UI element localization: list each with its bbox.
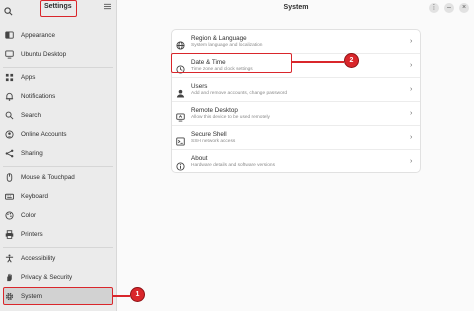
globe-icon	[176, 37, 185, 50]
color-palette-icon	[5, 210, 14, 220]
sidebar-item-label: Ubuntu Desktop	[21, 50, 67, 58]
bell-icon	[5, 92, 14, 101]
terminal-icon	[176, 133, 185, 146]
row-remote-desktop[interactable]: Remote Desktop Allow this device to be u…	[172, 102, 420, 126]
sidebar-item-color[interactable]: Color	[3, 207, 113, 223]
row-title: Secure Shell	[191, 130, 227, 138]
users-icon	[176, 85, 185, 98]
search-icon[interactable]	[4, 3, 14, 16]
sidebar-item-sharing[interactable]: Sharing	[3, 145, 113, 161]
highlight-date-time-row	[171, 53, 292, 73]
search-icon	[5, 111, 14, 120]
sidebar-item-privacy-security[interactable]: Privacy & Security	[3, 269, 113, 285]
sidebar-item-label: Notifications	[21, 92, 56, 100]
chevron-right-icon: ›	[410, 85, 413, 93]
row-about[interactable]: About Hardware details and software vers…	[172, 150, 420, 172]
sidebar-item-label: Mouse & Touchpad	[21, 173, 75, 181]
online-accounts-icon	[5, 129, 14, 139]
annotation-badge-1: 1	[130, 287, 145, 302]
keyboard-icon	[5, 192, 14, 201]
row-users[interactable]: Users Add and remove accounts, change pa…	[172, 78, 420, 102]
row-subtitle: SSH network access	[191, 138, 236, 144]
main-panel: System ⋮ – × Region & Language System la…	[118, 0, 474, 311]
sidebar-item-accessibility[interactable]: Accessibility	[3, 250, 113, 266]
share-icon	[5, 149, 14, 158]
row-subtitle: System language and localization	[191, 42, 263, 48]
sidebar-item-label: Search	[21, 111, 41, 119]
sidebar-item-ubuntu-desktop[interactable]: Ubuntu Desktop	[3, 46, 113, 62]
sidebar-item-label: Appearance	[21, 31, 55, 39]
highlight-system-item	[3, 287, 113, 305]
sidebar-item-label: Privacy & Security	[21, 273, 73, 281]
row-title: Remote Desktop	[191, 106, 238, 114]
sidebar-item-label: Keyboard	[21, 192, 48, 200]
info-icon	[176, 158, 185, 171]
settings-window: Settings Appearance Ubuntu Desktop Apps …	[0, 0, 474, 311]
accessibility-icon	[5, 253, 14, 263]
sidebar-divider	[3, 67, 113, 68]
sidebar-item-label: Apps	[21, 73, 36, 81]
page-title: System	[283, 4, 309, 11]
remote-desktop-icon	[176, 109, 185, 122]
hamburger-menu-icon[interactable]	[104, 3, 112, 12]
sidebar-item-label: Accessibility	[21, 254, 56, 262]
row-subtitle: Allow this device to be used remotely	[191, 114, 270, 120]
sidebar-item-label: Sharing	[21, 149, 43, 157]
row-subtitle: Add and remove accounts, change password	[191, 90, 287, 96]
sidebar-item-appearance[interactable]: Appearance	[3, 27, 113, 43]
row-title: Users	[191, 82, 208, 90]
sidebar: Settings Appearance Ubuntu Desktop Apps …	[0, 0, 117, 311]
row-secure-shell[interactable]: Secure Shell SSH network access ›	[172, 126, 420, 150]
sidebar-item-label: Printers	[21, 230, 43, 238]
row-title: Region & Language	[191, 34, 247, 42]
chevron-right-icon: ›	[410, 109, 413, 117]
row-subtitle: Hardware details and software versions	[191, 163, 275, 168]
chevron-right-icon: ›	[410, 37, 413, 45]
window-menu-button[interactable]: ⋮	[429, 3, 439, 13]
chevron-right-icon: ›	[410, 133, 413, 141]
system-settings-list: Region & Language System language and lo…	[171, 29, 421, 173]
row-title: About	[191, 155, 208, 162]
sidebar-item-notifications[interactable]: Notifications	[3, 88, 113, 104]
apps-grid-icon	[5, 73, 14, 82]
sidebar-item-online-accounts[interactable]: Online Accounts	[3, 126, 113, 142]
minimize-button[interactable]: –	[444, 3, 454, 13]
chevron-right-icon: ›	[410, 61, 413, 69]
sidebar-item-label: Online Accounts	[21, 130, 67, 138]
sidebar-item-keyboard[interactable]: Keyboard	[3, 188, 113, 204]
annotation-badge-2: 2	[344, 53, 359, 68]
hand-privacy-icon	[5, 273, 14, 282]
chevron-right-icon: ›	[410, 158, 413, 165]
sidebar-item-printers[interactable]: Printers	[3, 226, 113, 242]
sidebar-divider	[3, 247, 113, 248]
appearance-icon	[5, 30, 14, 40]
sidebar-item-mouse-touchpad[interactable]: Mouse & Touchpad	[3, 169, 113, 185]
close-button[interactable]: ×	[459, 3, 469, 13]
printer-icon	[5, 229, 14, 239]
annotation-leader-2	[292, 61, 344, 63]
mouse-icon	[5, 172, 14, 182]
annotation-leader-1	[113, 295, 130, 297]
ubuntu-desktop-icon	[5, 49, 14, 59]
sidebar-item-apps[interactable]: Apps	[3, 69, 113, 85]
highlight-settings-title	[40, 0, 77, 17]
sidebar-divider	[3, 166, 113, 167]
row-region-language[interactable]: Region & Language System language and lo…	[172, 30, 420, 54]
sidebar-item-search[interactable]: Search	[3, 107, 113, 123]
sidebar-item-label: Color	[21, 211, 37, 219]
